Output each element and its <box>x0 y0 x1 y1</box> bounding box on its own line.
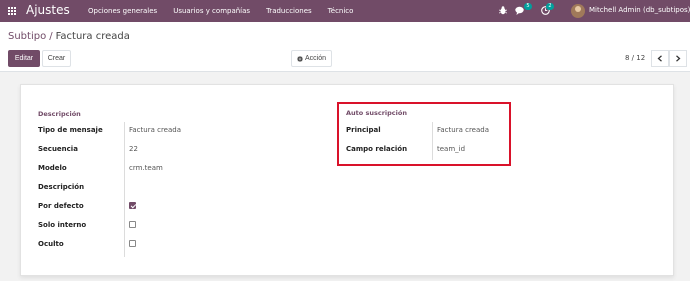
value-secuencia: 22 <box>129 145 138 153</box>
chevron-left-icon <box>657 55 662 62</box>
apps-menu-icon[interactable] <box>8 7 17 16</box>
pager-next-button[interactable] <box>669 50 687 67</box>
pager-value[interactable]: 8 / 12 <box>625 54 645 62</box>
value-modelo: crm.team <box>129 164 163 172</box>
app-title[interactable]: Ajustes <box>26 3 70 17</box>
activities-badge: 2 <box>546 3 554 10</box>
label-solo-interno: Solo interno <box>38 221 87 229</box>
label-descripcion: Descripción <box>38 183 85 191</box>
chevron-right-icon <box>676 55 681 62</box>
action-button-label: Acción <box>304 55 326 62</box>
label-tipo-mensaje: Tipo de mensaje <box>38 126 103 134</box>
main-menu: Opciones generales Usuarios y compañías … <box>80 0 361 22</box>
breadcrumb-separator: / <box>49 31 53 42</box>
edit-button[interactable]: Editar <box>8 50 40 67</box>
pager-previous-button[interactable] <box>651 50 669 67</box>
highlight-box <box>337 102 511 166</box>
checkbox-oculto[interactable] <box>129 240 136 247</box>
breadcrumb-current: Factura creada <box>55 31 130 42</box>
avatar[interactable] <box>571 4 585 18</box>
group-title-descripcion: Descripción <box>38 110 81 118</box>
menu-item-tecnico[interactable]: Técnico <box>320 7 362 15</box>
breadcrumb-parent[interactable]: Subtipo <box>8 31 46 42</box>
label-oculto: Oculto <box>38 240 64 248</box>
label-secuencia: Secuencia <box>38 145 78 153</box>
user-menu[interactable]: Mitchell Admin (db_subtipos) <box>589 6 690 14</box>
label-por-defecto: Por defecto <box>38 202 84 210</box>
action-button[interactable]: Acción <box>291 50 332 67</box>
gear-icon <box>296 55 303 62</box>
checkbox-solo-interno[interactable] <box>129 221 136 228</box>
menu-item-usuarios-companias[interactable]: Usuarios y compañías <box>165 7 258 15</box>
top-navbar: Ajustes Opciones generales Usuarios y co… <box>0 0 690 22</box>
menu-item-opciones-generales[interactable]: Opciones generales <box>80 7 165 15</box>
label-modelo: Modelo <box>38 164 67 172</box>
menu-item-traducciones[interactable]: Traducciones <box>258 7 320 15</box>
value-tipo-mensaje: Factura creada <box>129 126 181 134</box>
messages-badge: 5 <box>524 3 532 10</box>
checkbox-por-defecto[interactable] <box>129 202 136 209</box>
bug-icon[interactable] <box>499 6 507 15</box>
control-panel: Subtipo / Factura creada Editar Crear Ac… <box>0 22 690 72</box>
breadcrumb: Subtipo / Factura creada <box>8 31 130 42</box>
create-button[interactable]: Crear <box>42 50 71 67</box>
separator <box>124 122 125 257</box>
